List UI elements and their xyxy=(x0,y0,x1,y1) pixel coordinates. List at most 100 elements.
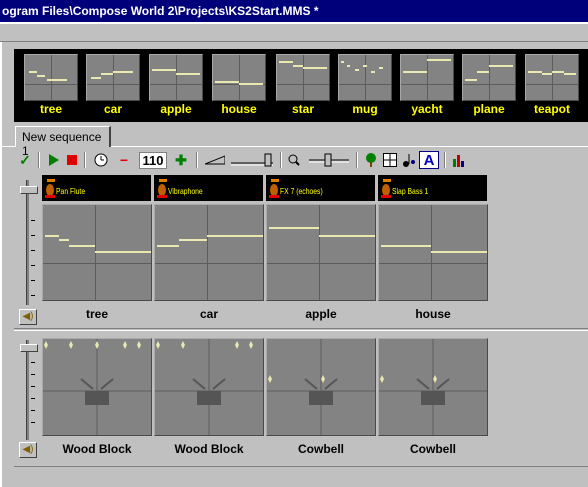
instrument-name: Pan Flute xyxy=(56,187,86,196)
motif-plane[interactable]: plane xyxy=(462,54,520,116)
percussion-grid-2[interactable] xyxy=(154,338,264,436)
drum-icon xyxy=(43,339,151,435)
motif-mug[interactable]: mug xyxy=(338,54,396,116)
motif-grid[interactable] xyxy=(266,204,376,301)
speaker-icon[interactable]: ◀) xyxy=(19,309,37,325)
tempo-decrease-button[interactable]: − xyxy=(116,151,132,169)
instrument-name: Slap Bass 1 xyxy=(392,187,429,196)
instrument-header[interactable]: Vibraphone xyxy=(154,175,264,201)
drum-icon xyxy=(267,339,375,435)
instrument-name: FX 7 (echoes) xyxy=(280,187,323,196)
motif-label: teapot xyxy=(534,102,570,116)
check-icon[interactable]: ✓ xyxy=(16,151,34,169)
motif-house[interactable]: house xyxy=(212,54,270,116)
percussion-panel: ◀) Wood Block Wood Block Cowbell Cowbell xyxy=(14,338,588,462)
panel-divider xyxy=(14,328,588,331)
toolbar-separator xyxy=(444,152,446,168)
volume-slider[interactable] xyxy=(228,151,276,169)
violin-icon xyxy=(45,179,55,198)
tempo-clock-icon xyxy=(92,151,110,169)
motif-palette: tree car apple house star mug yacht plan… xyxy=(14,49,588,122)
letter-a-icon: A xyxy=(423,151,435,169)
stop-button[interactable] xyxy=(64,151,80,169)
slider-knob[interactable] xyxy=(20,344,38,352)
violin-icon xyxy=(157,179,167,198)
zoom-slider[interactable] xyxy=(306,151,352,169)
play-icon xyxy=(49,154,59,166)
melody-track-4[interactable]: Slap Bass 1 house xyxy=(378,175,488,325)
motif-thumbnail xyxy=(149,54,203,101)
instrument-header[interactable]: FX 7 (echoes) xyxy=(266,175,376,201)
violin-icon xyxy=(381,179,391,198)
text-format-button[interactable]: A xyxy=(419,151,439,169)
motif-label: car xyxy=(103,102,123,116)
violin-icon xyxy=(269,179,279,198)
window-edge xyxy=(0,42,2,487)
motif-label: yacht xyxy=(411,102,443,116)
motif-teapot[interactable]: teapot xyxy=(525,54,583,116)
tempo-value[interactable]: 110 xyxy=(139,152,167,169)
percussion-label: Wood Block xyxy=(174,442,244,456)
grid-icon xyxy=(383,153,397,167)
motif-name: apple xyxy=(305,307,337,321)
toolbar-separator xyxy=(196,152,198,168)
menu-bar xyxy=(0,24,588,42)
percussion-label: Wood Block xyxy=(62,442,132,456)
percussion-label: Cowbell xyxy=(297,442,344,456)
motif-yacht[interactable]: yacht xyxy=(400,54,458,116)
motif-name: house xyxy=(415,307,451,321)
motif-star[interactable]: star xyxy=(276,54,334,116)
motif-name: car xyxy=(199,307,219,321)
slider-knob[interactable] xyxy=(20,186,38,194)
grid-view-button[interactable] xyxy=(381,151,399,169)
motif-thumbnail xyxy=(212,54,266,101)
motif-car[interactable]: car xyxy=(86,54,144,116)
notation-button[interactable] xyxy=(400,151,418,169)
toolbar-separator xyxy=(84,152,86,168)
tree-view-button[interactable] xyxy=(362,151,380,169)
percussion-grid-3[interactable] xyxy=(266,338,376,436)
motif-grid[interactable] xyxy=(154,204,264,301)
motif-name: tree xyxy=(85,307,108,321)
motif-thumbnail xyxy=(525,54,579,101)
toolbar-separator xyxy=(38,152,40,168)
instrument-header[interactable]: Slap Bass 1 xyxy=(378,175,488,201)
window-title: ogram Files\Compose World 2\Projects\KS2… xyxy=(0,0,588,22)
melody-panel: ◀) Pan Flute tree Vibraphone car FX 7 (e… xyxy=(14,175,588,325)
motif-label: plane xyxy=(473,102,505,116)
percussion-volume-slider[interactable] xyxy=(18,340,40,440)
instrument-header[interactable]: Pan Flute xyxy=(42,175,152,201)
toolbar: ✓ − 110 ✚ A xyxy=(14,149,588,171)
melody-volume-slider[interactable] xyxy=(18,180,40,305)
volume-ramp-icon xyxy=(204,151,226,169)
motif-grid[interactable] xyxy=(378,204,488,301)
motif-apple[interactable]: apple xyxy=(149,54,207,116)
percussion-label: Cowbell xyxy=(409,442,456,456)
tempo-increase-button[interactable]: ✚ xyxy=(172,151,190,169)
bar-graph-icon xyxy=(453,155,464,167)
play-button[interactable] xyxy=(46,151,62,169)
toolbar-separator xyxy=(356,152,358,168)
motif-thumbnail xyxy=(400,54,454,101)
horizontal-scrollbar[interactable] xyxy=(14,466,588,487)
mixer-button[interactable] xyxy=(450,151,468,169)
instrument-name: Vibraphone xyxy=(168,187,203,196)
motif-label: house xyxy=(221,102,257,116)
percussion-grid-1[interactable] xyxy=(42,338,152,436)
zoom-icon xyxy=(286,151,302,169)
motif-label: tree xyxy=(39,102,62,116)
tab-new-sequence-1[interactable]: New sequence 1 xyxy=(15,126,111,158)
motif-label: mug xyxy=(352,102,378,116)
melody-track-2[interactable]: Vibraphone car xyxy=(154,175,264,325)
melody-track-3[interactable]: FX 7 (echoes) apple xyxy=(266,175,376,325)
motif-thumbnail xyxy=(276,54,330,101)
motif-tree[interactable]: tree xyxy=(24,54,82,116)
speaker-icon[interactable]: ◀) xyxy=(19,442,37,458)
motif-thumbnail xyxy=(462,54,516,101)
melody-track-1[interactable]: Pan Flute tree xyxy=(42,175,152,325)
motif-grid[interactable] xyxy=(42,204,152,301)
drum-icon xyxy=(379,339,487,435)
percussion-grid-4[interactable] xyxy=(378,338,488,436)
drum-icon xyxy=(155,339,263,435)
motif-label: star xyxy=(291,102,314,116)
